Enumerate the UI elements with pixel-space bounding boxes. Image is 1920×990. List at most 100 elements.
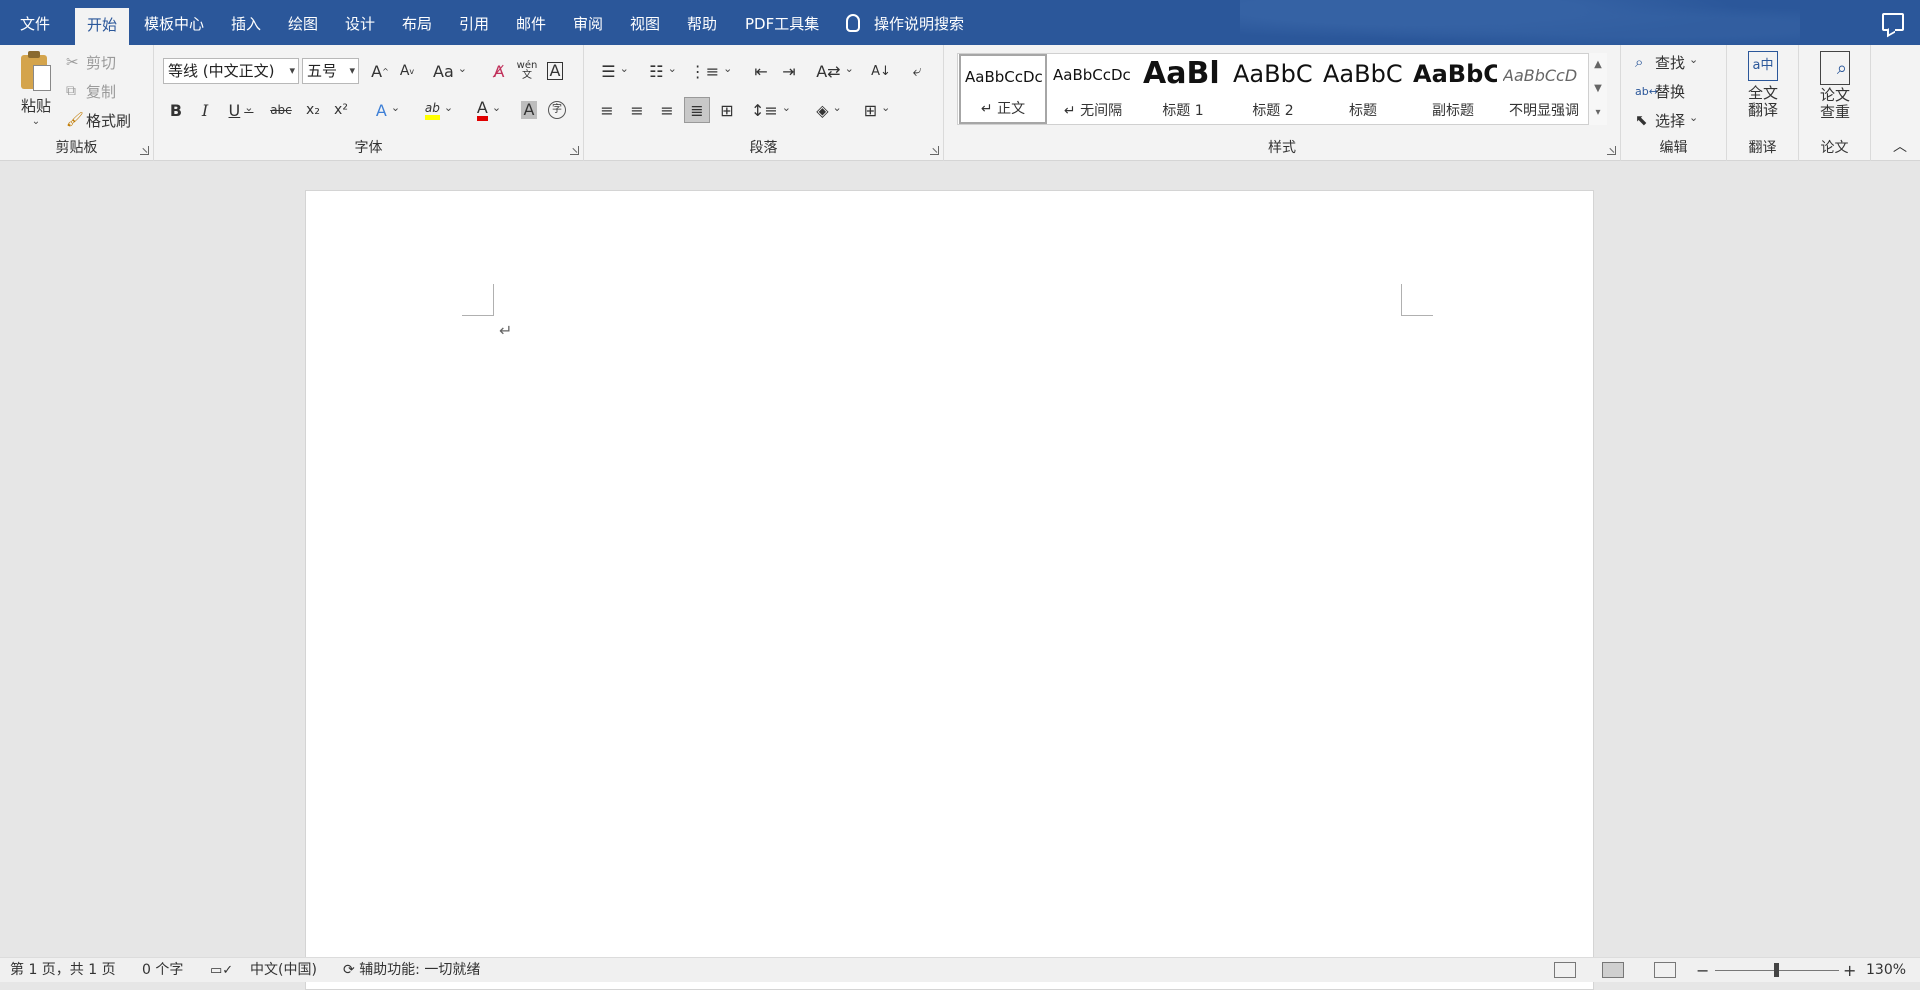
- shrink-font-button[interactable]: Av: [394, 58, 420, 84]
- word-count[interactable]: 0 个字: [142, 958, 183, 983]
- copy-button[interactable]: ⧉ 复制: [66, 80, 116, 102]
- style-subtle-emphasis[interactable]: AaBbCcD 不明显强调: [1499, 54, 1589, 124]
- replace-icon: ab↔: [1635, 84, 1658, 98]
- sort-button[interactable]: A↓: [868, 58, 894, 84]
- numbering-button[interactable]: ☷: [642, 58, 684, 84]
- tab-draw[interactable]: 绘图: [276, 0, 330, 45]
- decrease-indent-button[interactable]: ⇤: [748, 58, 774, 84]
- font-name-combo[interactable]: 等线 (中文正文) ▾: [163, 58, 299, 84]
- justify-button[interactable]: ≣: [684, 97, 710, 123]
- style-heading-1[interactable]: AaBl 标题 1: [1139, 54, 1227, 124]
- gallery-up-icon[interactable]: ▲: [1589, 53, 1607, 77]
- tab-references[interactable]: 引用: [447, 0, 501, 45]
- bullets-button[interactable]: ☰: [594, 58, 636, 84]
- paste-button[interactable]: 粘贴 ⌄: [10, 51, 62, 141]
- text-effects-button[interactable]: A: [368, 97, 408, 123]
- tell-me-search[interactable]: 操作说明搜索: [846, 0, 964, 45]
- tab-home[interactable]: 开始: [75, 8, 130, 45]
- shading-button[interactable]: ◈: [808, 97, 850, 123]
- tab-pdf-tools[interactable]: PDF工具集: [733, 0, 831, 45]
- align-center-button[interactable]: ≡: [624, 97, 650, 123]
- change-case-icon: Aa: [433, 61, 454, 81]
- align-left-button[interactable]: ≡: [594, 97, 620, 123]
- tab-insert[interactable]: 插入: [219, 0, 273, 45]
- status-bar: 第 1 页，共 1 页 0 个字 ▭✓ 中文(中国) ⟳ 辅助功能: 一切就绪 …: [0, 957, 1920, 982]
- font-size-combo[interactable]: 五号 ▾: [302, 58, 359, 84]
- format-painter-button[interactable]: 🖌 格式刷: [66, 109, 131, 131]
- tab-layout[interactable]: 布局: [390, 0, 444, 45]
- style-subtitle[interactable]: AaBbC 副标题: [1409, 54, 1497, 124]
- style-sample: AaBbCcDc: [965, 68, 1043, 86]
- character-border-button[interactable]: A: [542, 58, 568, 84]
- increase-indent-icon: ⇥: [782, 61, 796, 81]
- subscript-button[interactable]: x₂: [300, 97, 326, 123]
- italic-button[interactable]: I: [192, 97, 218, 123]
- grow-font-button[interactable]: A ^: [367, 58, 393, 84]
- tab-review[interactable]: 审阅: [561, 0, 615, 45]
- style-title[interactable]: AaBbC 标题: [1319, 54, 1407, 124]
- show-marks-button[interactable]: ⤶: [904, 58, 930, 84]
- styles-launcher-icon[interactable]: [1607, 146, 1616, 155]
- tab-help[interactable]: 帮助: [675, 0, 729, 45]
- align-right-button[interactable]: ≡: [654, 97, 680, 123]
- gallery-down-icon[interactable]: ▼: [1589, 77, 1607, 101]
- document-page[interactable]: ↵: [305, 190, 1594, 990]
- phonetic-guide-button[interactable]: wén 文: [514, 58, 540, 84]
- style-no-spacing[interactable]: AaBbCcDc ↵ 无间隔: [1049, 54, 1137, 124]
- tab-design[interactable]: 设计: [333, 0, 387, 45]
- cut-button[interactable]: ✂ 剪切: [66, 51, 116, 73]
- numbered-list-icon: ☷: [649, 61, 664, 81]
- style-normal[interactable]: AaBbCcDc ↵ 正文: [959, 54, 1047, 124]
- character-shading-button[interactable]: A: [516, 97, 542, 123]
- clear-formatting-button[interactable]: A̸: [486, 58, 512, 84]
- zoom-in-icon[interactable]: +: [1843, 958, 1856, 983]
- underline-icon: U: [228, 100, 241, 120]
- chinese-layout-button[interactable]: A⇄: [814, 58, 856, 84]
- thesis-check-label: 论文 查重: [1819, 86, 1850, 121]
- gallery-more-icon[interactable]: ▾: [1589, 101, 1607, 125]
- find-button[interactable]: ⌕ 查找: [1635, 51, 1698, 73]
- superscript-button[interactable]: x²: [328, 97, 354, 123]
- style-sample: AaBbCcDc: [1053, 66, 1131, 84]
- collapse-ribbon-icon[interactable]: ︿: [1890, 137, 1910, 155]
- distributed-button[interactable]: ⊞: [714, 97, 740, 123]
- accessibility-status[interactable]: ⟳ 辅助功能: 一切就绪: [343, 958, 480, 983]
- underline-button[interactable]: U: [221, 97, 261, 123]
- language-indicator[interactable]: 中文(中国): [250, 958, 317, 983]
- proofing-icon[interactable]: ▭✓: [210, 958, 233, 983]
- tab-mailings[interactable]: 邮件: [504, 0, 558, 45]
- clipboard-launcher-icon[interactable]: [140, 146, 149, 155]
- zoom-level[interactable]: 130%: [1866, 958, 1906, 983]
- thesis-check-button[interactable]: ⌕ 论文 查重: [1805, 51, 1865, 135]
- comments-icon[interactable]: [1882, 13, 1904, 31]
- print-layout-icon[interactable]: [1602, 962, 1624, 978]
- tab-file[interactable]: 文件: [8, 0, 62, 45]
- change-case-button[interactable]: Aa: [430, 58, 470, 84]
- strikethrough-button[interactable]: abc: [266, 97, 296, 123]
- enclose-characters-button[interactable]: 字: [544, 97, 570, 123]
- zoom-slider-thumb[interactable]: [1774, 963, 1779, 977]
- style-heading-2[interactable]: AaBbC 标题 2: [1229, 54, 1317, 124]
- select-button[interactable]: ⬉ 选择: [1635, 109, 1698, 131]
- replace-label: 替换: [1655, 82, 1686, 101]
- tab-template-center[interactable]: 模板中心: [132, 0, 216, 45]
- line-spacing-button[interactable]: ↕≡: [750, 97, 792, 123]
- web-layout-icon[interactable]: [1654, 962, 1676, 978]
- font-color-button[interactable]: A: [466, 97, 512, 123]
- read-mode-icon[interactable]: [1554, 962, 1576, 978]
- bold-button[interactable]: B: [163, 97, 189, 123]
- enclose-characters-icon: 字: [548, 101, 566, 119]
- tab-bar: 文件 开始 模板中心 插入 绘图 设计 布局 引用 邮件 审阅 视图 帮助 PD…: [0, 0, 1920, 45]
- highlight-button[interactable]: ab: [416, 97, 462, 123]
- full-translate-button[interactable]: a中 全文 翻译: [1733, 51, 1793, 135]
- font-launcher-icon[interactable]: [570, 146, 579, 155]
- borders-button[interactable]: ⊞: [856, 97, 898, 123]
- tab-view[interactable]: 视图: [618, 0, 672, 45]
- paragraph-launcher-icon[interactable]: [930, 146, 939, 155]
- zoom-out-icon[interactable]: −: [1696, 958, 1709, 983]
- cursor-icon: ⬉: [1635, 111, 1648, 129]
- increase-indent-button[interactable]: ⇥: [776, 58, 802, 84]
- page-count[interactable]: 第 1 页，共 1 页: [10, 958, 116, 983]
- multilevel-list-button[interactable]: ⋮≡: [690, 58, 732, 84]
- replace-button[interactable]: ab↔ 替换: [1635, 80, 1685, 102]
